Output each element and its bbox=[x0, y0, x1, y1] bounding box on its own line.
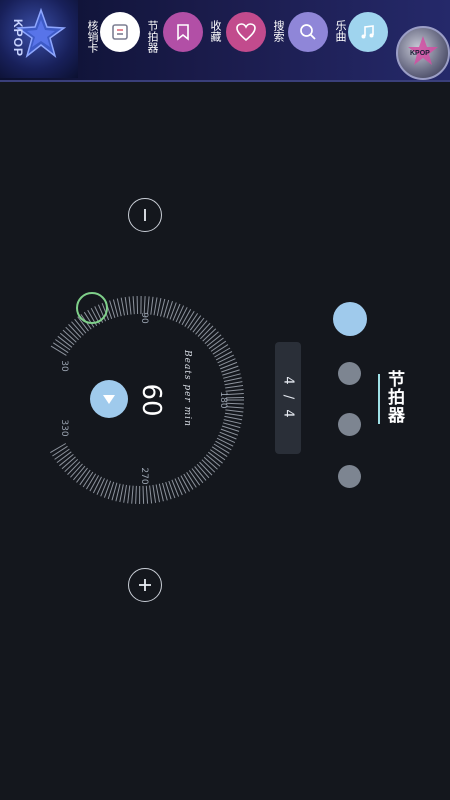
dial-tick bbox=[212, 344, 229, 355]
dial-tick bbox=[116, 298, 122, 317]
minus-icon bbox=[144, 209, 146, 221]
dial-tick bbox=[115, 483, 121, 502]
dial-tick bbox=[218, 434, 236, 444]
dial-tick bbox=[142, 485, 145, 504]
dial-tick bbox=[224, 415, 243, 421]
plus-icon bbox=[139, 579, 151, 591]
dial-tick bbox=[158, 483, 164, 502]
dial-tick bbox=[216, 437, 234, 447]
bpm-caption: Beats per min bbox=[182, 350, 192, 427]
dial-tick bbox=[217, 354, 235, 364]
dial-tick bbox=[210, 340, 227, 352]
beat-dot-1 bbox=[333, 302, 367, 336]
dial-tick bbox=[92, 476, 102, 494]
dial-tick bbox=[149, 485, 153, 504]
decrease-bpm-button[interactable] bbox=[128, 198, 162, 232]
dial-tick bbox=[160, 298, 166, 317]
dial-tick bbox=[50, 443, 67, 454]
title-underline bbox=[378, 374, 380, 424]
dial-tick bbox=[54, 448, 70, 460]
dial-tick bbox=[224, 381, 243, 386]
dial-tick bbox=[184, 310, 195, 327]
dial-label-180: 180 bbox=[218, 391, 228, 408]
dial-tick bbox=[145, 485, 149, 504]
dial-tick bbox=[156, 298, 162, 316]
dial-tick bbox=[123, 484, 127, 503]
dial-tick bbox=[82, 471, 94, 488]
dial-tick bbox=[172, 303, 181, 321]
dial-tick bbox=[223, 419, 242, 425]
dial-tick bbox=[214, 347, 231, 358]
dial-tick bbox=[124, 297, 129, 315]
dial-tick bbox=[152, 484, 157, 503]
dial-tick bbox=[52, 445, 68, 457]
page-title: 节拍器 bbox=[378, 370, 404, 428]
play-button[interactable] bbox=[90, 380, 128, 418]
dial-tick bbox=[211, 446, 228, 458]
dial-tick bbox=[120, 297, 125, 316]
time-signature-selector[interactable]: 4 / 4 bbox=[275, 342, 301, 454]
dial-tick bbox=[223, 377, 242, 382]
dial-tick bbox=[181, 308, 192, 326]
dial-tick bbox=[96, 478, 105, 495]
dial-tick bbox=[210, 449, 226, 461]
page-title-text: 节拍器 bbox=[384, 370, 404, 424]
dial-tick bbox=[177, 476, 187, 494]
bpm-value: 60 bbox=[136, 383, 166, 417]
dial-tick bbox=[174, 478, 183, 496]
dial-tick bbox=[132, 296, 135, 315]
beat-dot-2 bbox=[338, 362, 361, 385]
time-signature-value: 4 / 4 bbox=[280, 375, 296, 421]
dial-tick bbox=[52, 342, 69, 354]
increase-bpm-button[interactable] bbox=[128, 568, 162, 602]
dial-tick bbox=[219, 431, 237, 440]
dial-label-330: 330 bbox=[59, 419, 69, 436]
dial-tick bbox=[135, 485, 137, 504]
dial-tick bbox=[50, 345, 67, 356]
dial-tick bbox=[171, 479, 180, 497]
dial-tick bbox=[188, 470, 201, 486]
dial-tick bbox=[225, 385, 244, 389]
dial-label-30: 30 bbox=[59, 360, 69, 372]
dial-tick bbox=[131, 485, 134, 504]
dial-tick bbox=[128, 296, 132, 315]
dial-tick bbox=[119, 484, 124, 503]
dial-tick bbox=[150, 296, 154, 315]
dial-tick bbox=[224, 412, 243, 417]
dial-tick bbox=[215, 351, 233, 361]
dial-tick bbox=[89, 475, 100, 492]
dial-tick bbox=[155, 484, 160, 503]
beat-dot-4 bbox=[338, 465, 361, 488]
dial-tick bbox=[183, 473, 194, 490]
dial-tick bbox=[180, 475, 190, 492]
dial-label-270: 270 bbox=[139, 467, 149, 484]
dial-tick bbox=[127, 485, 131, 504]
beat-dot-3 bbox=[338, 413, 361, 436]
dial-tick bbox=[153, 297, 158, 316]
dial-tick bbox=[225, 409, 244, 413]
dial-tick bbox=[85, 473, 97, 490]
dial-tick bbox=[218, 358, 236, 367]
dial-tick bbox=[83, 311, 95, 328]
dial-tick bbox=[186, 472, 197, 488]
dial-tick bbox=[100, 479, 108, 497]
dial-tick bbox=[136, 295, 139, 315]
dial-tick bbox=[79, 469, 91, 486]
dial-tick bbox=[178, 307, 188, 324]
dial-tick bbox=[213, 443, 230, 454]
dial-tick bbox=[175, 305, 185, 323]
dial-label-90: 90 bbox=[139, 312, 149, 324]
play-icon bbox=[103, 395, 115, 404]
dial-tick bbox=[215, 440, 232, 451]
